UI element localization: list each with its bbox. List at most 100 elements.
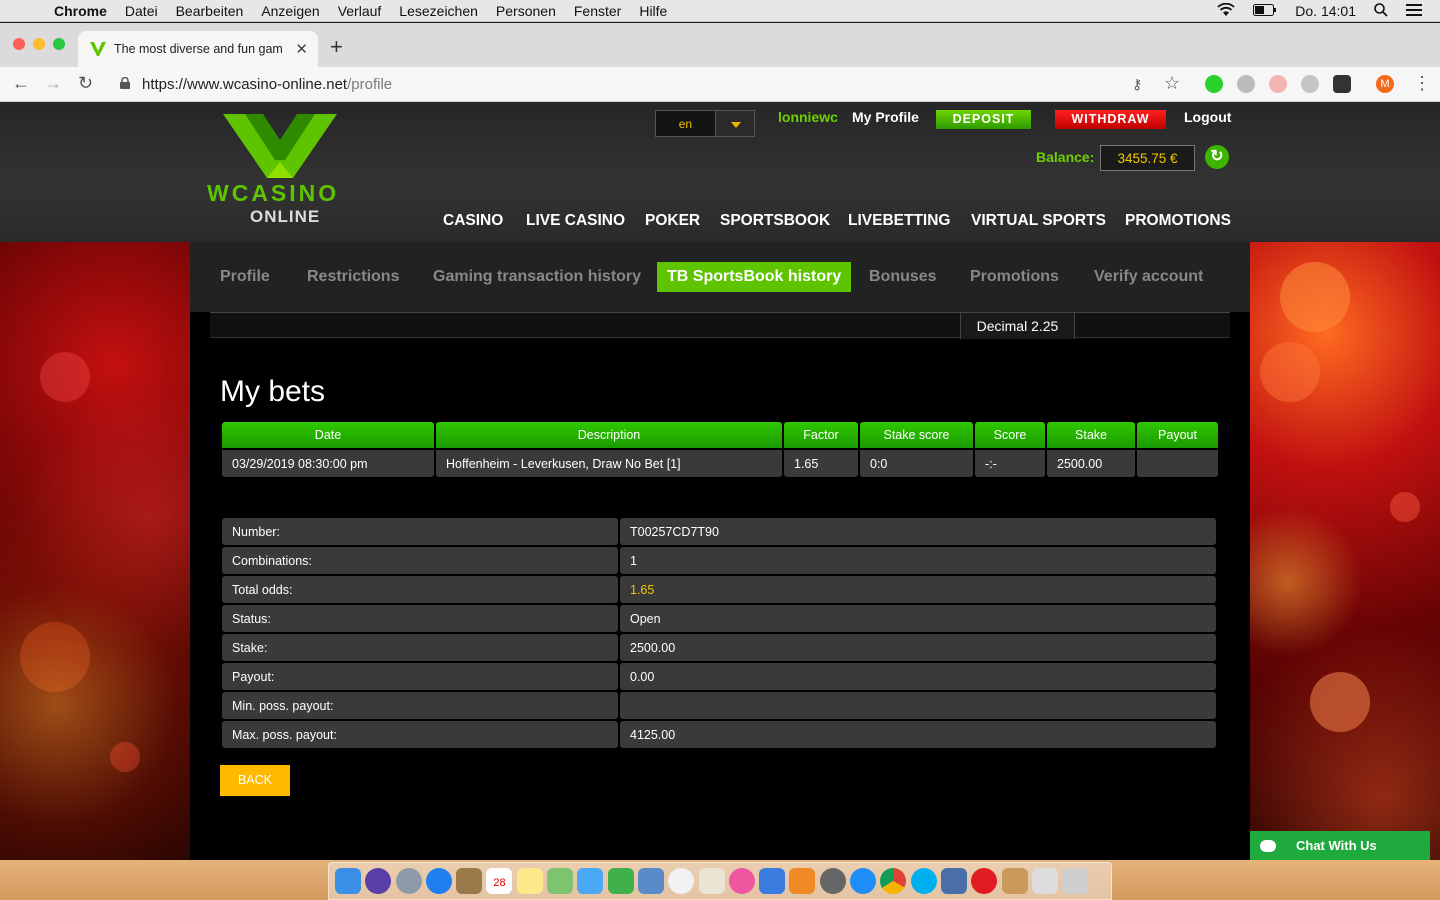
balance-label: Balance: <box>1036 149 1095 165</box>
reload-icon[interactable]: ↻ <box>78 73 93 94</box>
subtab-promotions[interactable]: Promotions <box>970 262 1059 292</box>
battery-icon[interactable] <box>1253 3 1277 19</box>
column-stake[interactable]: Stake <box>1047 422 1135 448</box>
close-tab-icon[interactable]: ✕ <box>295 40 308 58</box>
subtab-tb-sportsbook-history[interactable]: TB SportsBook history <box>657 262 852 292</box>
zoom-window-button[interactable] <box>53 38 65 50</box>
menu-people[interactable]: Personen <box>496 3 556 19</box>
nav-casino[interactable]: CASINO <box>443 212 503 230</box>
background-right-decoration <box>1250 242 1440 860</box>
detail-value: 4125.00 <box>620 721 1216 748</box>
column-date[interactable]: Date <box>222 422 434 448</box>
column-payout[interactable]: Payout <box>1137 422 1218 448</box>
subtab-profile[interactable]: Profile <box>220 262 270 292</box>
back-arrow-icon[interactable]: ← <box>12 73 30 94</box>
extension-pdf-icon[interactable] <box>1269 75 1287 93</box>
logo-line1: WCASINO <box>207 180 340 206</box>
bet-payout <box>1137 450 1218 477</box>
numbers-icon[interactable] <box>607 868 634 894</box>
nav-virtual-sports[interactable]: VIRTUAL SPORTS <box>971 212 1106 230</box>
menu-app-name[interactable]: Chrome <box>54 3 107 19</box>
forward-arrow-icon[interactable]: → <box>44 73 62 94</box>
nav-sportsbook[interactable]: SPORTSBOOK <box>720 212 830 230</box>
notification-center-icon[interactable] <box>1406 3 1422 19</box>
apple-menu-icon[interactable] <box>20 3 34 19</box>
opera-icon[interactable] <box>971 868 998 894</box>
wifi-icon[interactable] <box>1217 2 1235 20</box>
documents-stack-icon[interactable] <box>1031 868 1058 894</box>
column-factor[interactable]: Factor <box>784 422 858 448</box>
detail-row-max-payout: Max. poss. payout: 4125.00 <box>222 721 1216 748</box>
launchpad-icon[interactable] <box>395 868 422 894</box>
menubar-clock[interactable]: Do. 14:01 <box>1295 3 1356 19</box>
menu-help[interactable]: Hilfe <box>639 3 667 19</box>
chrome-icon[interactable] <box>880 868 907 894</box>
dropdown-arrow-icon[interactable] <box>714 111 754 136</box>
logout-link[interactable]: Logout <box>1184 109 1231 125</box>
key-icon[interactable]: ⚷ <box>1132 76 1142 93</box>
withdraw-button[interactable]: WITHDRAW <box>1055 110 1166 129</box>
safari-icon[interactable] <box>425 868 452 894</box>
browser-tab[interactable]: The most diverse and fun gam ✕ <box>78 31 318 67</box>
main-navigation: CASINO LIVE CASINO POKER SPORTSBOOK LIVE… <box>0 212 1440 232</box>
ibooks-icon[interactable] <box>789 868 816 894</box>
deposit-button[interactable]: DEPOSIT <box>936 110 1031 129</box>
preview-icon[interactable] <box>637 868 664 894</box>
new-tab-icon[interactable]: + <box>330 34 343 60</box>
my-profile-link[interactable]: My Profile <box>852 109 919 125</box>
odds-format-select[interactable]: Decimal 2.25 <box>960 313 1075 339</box>
language-select[interactable]: en <box>655 110 755 137</box>
maps-icon[interactable] <box>547 868 574 894</box>
skype-icon[interactable] <box>910 868 937 894</box>
extension-green-icon[interactable] <box>1205 75 1223 93</box>
subtab-bonuses[interactable]: Bonuses <box>869 262 937 292</box>
subtab-restrictions[interactable]: Restrictions <box>307 262 399 292</box>
menu-bookmarks[interactable]: Lesezeichen <box>399 3 478 19</box>
extension-bulb-icon[interactable] <box>1237 75 1255 93</box>
menu-window[interactable]: Fenster <box>574 3 621 19</box>
back-button[interactable]: BACK <box>220 765 290 796</box>
screenshot-icon[interactable] <box>940 868 967 894</box>
notes-icon[interactable] <box>516 868 543 894</box>
table-row[interactable]: 03/29/2019 08:30:00 pm Hoffenheim - Leve… <box>222 450 1218 477</box>
spotlight-search-icon[interactable] <box>1374 2 1388 20</box>
trash-icon[interactable] <box>1062 868 1089 894</box>
bet-stake: 2500.00 <box>1047 450 1135 477</box>
profile-avatar[interactable]: M <box>1376 75 1394 93</box>
chrome-menu-icon[interactable]: ⋮ <box>1413 73 1431 94</box>
itunes-icon[interactable] <box>728 868 755 894</box>
extension-sync-icon[interactable] <box>1333 75 1351 93</box>
menu-view[interactable]: Anzeigen <box>261 3 319 19</box>
nav-live-casino[interactable]: LIVE CASINO <box>526 212 625 230</box>
chat-with-us-button[interactable]: Chat With Us <box>1250 831 1430 860</box>
contacts-icon[interactable] <box>456 868 483 894</box>
keynote-icon[interactable] <box>759 868 786 894</box>
extension-chat-icon[interactable] <box>1301 75 1319 93</box>
app-store-icon[interactable] <box>850 868 877 894</box>
menu-file[interactable]: Datei <box>125 3 158 19</box>
menu-history[interactable]: Verlauf <box>338 3 382 19</box>
close-window-button[interactable] <box>13 38 25 50</box>
address-bar[interactable]: https://www.wcasino-online.net/profile <box>108 70 1198 98</box>
refresh-balance-icon[interactable]: ↻ <box>1205 145 1229 169</box>
subtab-verify-account[interactable]: Verify account <box>1094 262 1203 292</box>
siri-icon[interactable] <box>365 868 392 894</box>
column-stake-score[interactable]: Stake score <box>860 422 973 448</box>
archive-icon[interactable] <box>1001 868 1028 894</box>
menu-edit[interactable]: Bearbeiten <box>176 3 244 19</box>
messages-icon[interactable] <box>577 868 604 894</box>
column-score[interactable]: Score <box>975 422 1045 448</box>
photos-icon[interactable] <box>668 868 695 894</box>
column-description[interactable]: Description <box>436 422 782 448</box>
calendar-icon[interactable]: 28 <box>486 868 513 894</box>
nav-poker[interactable]: POKER <box>645 212 700 230</box>
textedit-icon[interactable] <box>698 868 725 894</box>
nav-livebetting[interactable]: LIVEBETTING <box>848 212 950 230</box>
username[interactable]: lonniewc <box>778 109 838 125</box>
system-preferences-icon[interactable] <box>819 868 846 894</box>
subtab-gaming-transaction-history[interactable]: Gaming transaction history <box>433 262 641 292</box>
minimize-window-button[interactable] <box>33 38 45 50</box>
finder-icon[interactable] <box>335 868 361 894</box>
nav-promotions[interactable]: PROMOTIONS <box>1125 212 1231 230</box>
bookmark-star-icon[interactable]: ☆ <box>1164 73 1180 94</box>
